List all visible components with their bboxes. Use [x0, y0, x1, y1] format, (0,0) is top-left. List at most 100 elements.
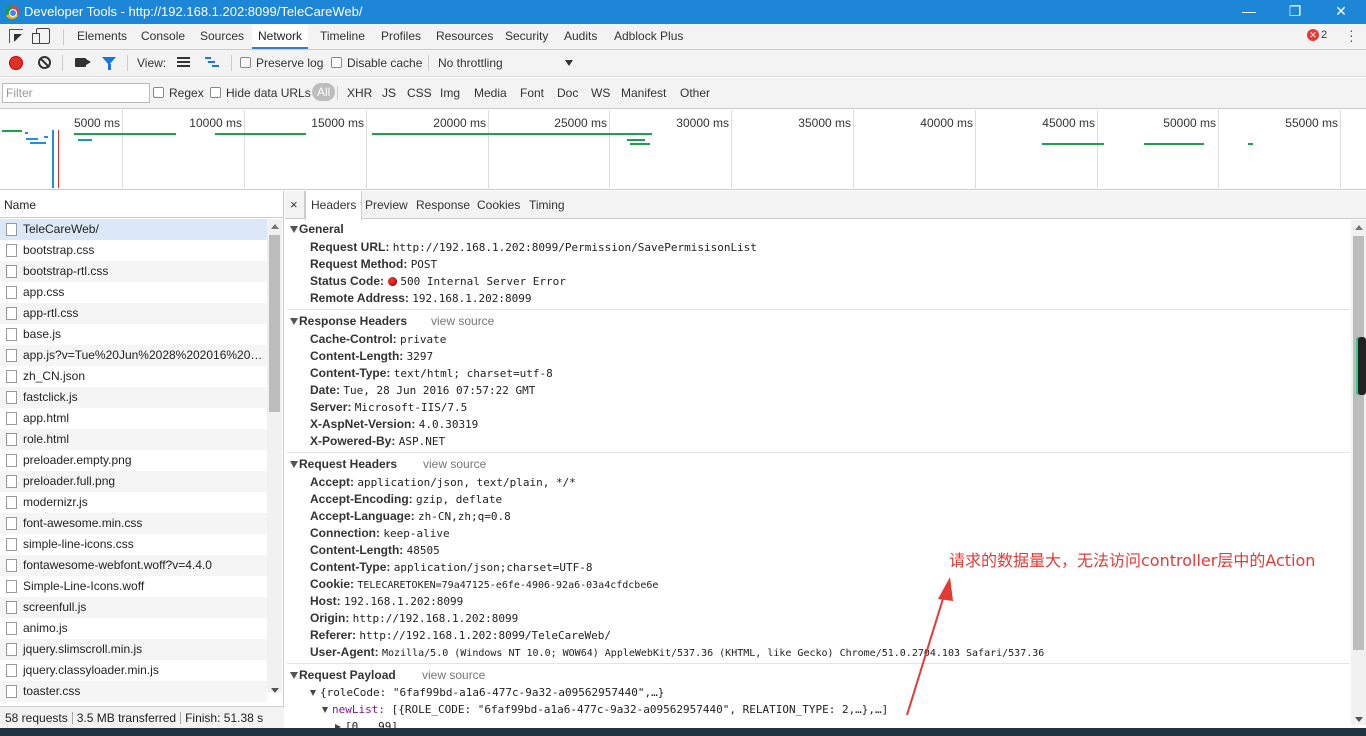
- filter-type-xhr[interactable]: XHR: [347, 86, 372, 100]
- view-source-link[interactable]: view source: [422, 668, 485, 682]
- inspect-icon[interactable]: [9, 29, 23, 43]
- camera-icon[interactable]: [75, 58, 91, 67]
- list-item[interactable]: font-awesome.min.css: [0, 513, 267, 534]
- list-item[interactable]: app.js?v=Tue%20Jun%2028%202016%2015:...: [0, 345, 267, 366]
- view-source-link[interactable]: view source: [423, 457, 486, 471]
- list-item[interactable]: app.css: [0, 282, 267, 303]
- device-mode-icon[interactable]: [32, 28, 50, 44]
- section-title[interactable]: Request Headers: [299, 457, 397, 471]
- filter-type-img[interactable]: Img: [440, 86, 460, 100]
- file-icon: [6, 244, 17, 257]
- tab-preview[interactable]: Preview: [360, 191, 413, 219]
- preserve-log-checkbox[interactable]: [240, 57, 251, 68]
- list-item[interactable]: screenfull.js: [0, 597, 267, 618]
- list-item[interactable]: base.js: [0, 324, 267, 345]
- tab-response[interactable]: Response: [411, 191, 475, 219]
- detail-tabbar: × Headers Preview Response Cookies Timin…: [285, 191, 1366, 220]
- filter-type-font[interactable]: Font: [520, 86, 544, 100]
- section-title[interactable]: Request Payload: [299, 668, 396, 682]
- more-options-icon[interactable]: · · ·: [1349, 23, 1354, 47]
- tab-resources[interactable]: Resources: [430, 24, 499, 49]
- tab-security[interactable]: Security: [499, 24, 554, 49]
- close-icon[interactable]: ×: [290, 197, 298, 212]
- tab-adblock-plus[interactable]: Adblock Plus: [608, 24, 689, 49]
- filter-type-css[interactable]: CSS: [407, 86, 432, 100]
- list-item[interactable]: preloader.empty.png: [0, 450, 267, 471]
- detail-scrollbar-thumb[interactable]: [1353, 236, 1364, 650]
- header-value: TELECARETOKEN=79a47125-e6fe-4906-92a6-03…: [357, 580, 659, 591]
- filter-type-all[interactable]: All: [312, 83, 336, 101]
- list-item[interactable]: app-rtl.css: [0, 303, 267, 324]
- tab-network[interactable]: Network: [252, 24, 309, 49]
- chevron-down-icon[interactable]: [565, 60, 573, 66]
- filter-type-manifest[interactable]: Manifest: [621, 86, 666, 100]
- hide-data-urls-checkbox[interactable]: [210, 87, 221, 98]
- error-count-badge[interactable]: ✕ 2: [1307, 29, 1327, 41]
- filter-input[interactable]: [2, 83, 150, 103]
- list-view-icon[interactable]: [177, 57, 190, 67]
- list-item[interactable]: preloader.full.png: [0, 471, 267, 492]
- filter-type-doc[interactable]: Doc: [557, 86, 578, 100]
- close-window-button[interactable]: ✕: [1318, 0, 1364, 24]
- scroll-up-icon[interactable]: [1355, 225, 1363, 230]
- list-item[interactable]: toaster.css: [0, 681, 267, 702]
- list-item[interactable]: Simple-Line-Icons.woff: [0, 576, 267, 597]
- expand-triangle-icon[interactable]: [290, 318, 298, 325]
- tab-profiles[interactable]: Profiles: [375, 24, 427, 49]
- clear-icon[interactable]: [38, 56, 51, 69]
- tab-elements[interactable]: Elements: [71, 24, 133, 49]
- list-item[interactable]: bootstrap.css: [0, 240, 267, 261]
- overview-timeline[interactable]: 5000 ms 10000 ms 15000 ms 20000 ms 25000…: [0, 110, 1366, 190]
- column-header-name[interactable]: Name: [0, 191, 283, 218]
- list-item[interactable]: bootstrap-rtl.css: [0, 261, 267, 282]
- list-item[interactable]: zh_CN.json: [0, 366, 267, 387]
- tab-audits[interactable]: Audits: [558, 24, 603, 49]
- disable-cache-checkbox[interactable]: [331, 57, 342, 68]
- view-source-link[interactable]: view source: [431, 314, 494, 328]
- tab-timeline[interactable]: Timeline: [314, 24, 371, 49]
- expand-triangle-icon[interactable]: [310, 690, 316, 696]
- tab-headers[interactable]: Headers: [305, 191, 363, 220]
- filter-type-other[interactable]: Other: [680, 86, 710, 100]
- scroll-down-icon[interactable]: [1355, 717, 1363, 722]
- payload-root[interactable]: {roleCode: "6faf99bd-a1a6-477c-9a32-a095…: [310, 686, 664, 699]
- section-title[interactable]: Response Headers: [299, 314, 407, 328]
- expand-triangle-icon[interactable]: [290, 672, 298, 679]
- list-item[interactable]: fastclick.js: [0, 387, 267, 408]
- request-list: Name TeleCareWeb/ bootstrap.css bootstra…: [0, 191, 284, 736]
- list-item[interactable]: jquery.classyloader.min.js: [0, 660, 267, 681]
- list-item[interactable]: fontawesome-webfont.woff?v=4.4.0: [0, 555, 267, 576]
- tab-timing[interactable]: Timing: [524, 191, 570, 219]
- grid-line: [1097, 110, 1098, 190]
- scroll-up-icon[interactable]: [271, 224, 279, 229]
- regex-checkbox[interactable]: [153, 87, 164, 98]
- expand-triangle-icon[interactable]: [322, 707, 328, 713]
- tab-console[interactable]: Console: [135, 24, 191, 49]
- throttling-select[interactable]: No throttling: [438, 56, 503, 70]
- record-icon[interactable]: [10, 57, 22, 69]
- list-item[interactable]: animo.js: [0, 618, 267, 639]
- header-key: Content-Length:: [310, 543, 404, 557]
- filter-type-media[interactable]: Media: [474, 86, 507, 100]
- tab-cookies[interactable]: Cookies: [472, 191, 525, 219]
- list-item[interactable]: modernizr.js: [0, 492, 267, 513]
- request-list-scrollbar-thumb[interactable]: [269, 235, 280, 412]
- list-item[interactable]: role.html: [0, 429, 267, 450]
- toolbar-divider: [428, 55, 429, 71]
- restore-button[interactable]: ❐: [1272, 0, 1318, 24]
- list-item[interactable]: app.html: [0, 408, 267, 429]
- filter-type-js[interactable]: JS: [382, 86, 396, 100]
- list-item[interactable]: TeleCareWeb/: [0, 219, 267, 240]
- waterfall-view-icon[interactable]: [205, 57, 219, 67]
- tab-sources[interactable]: Sources: [194, 24, 250, 49]
- expand-triangle-icon[interactable]: [290, 226, 298, 233]
- payload-newlist[interactable]: newList: [{ROLE_CODE: "6faf99bd-a1a6-477…: [322, 703, 888, 716]
- scroll-down-icon[interactable]: [271, 688, 279, 693]
- minimize-button[interactable]: —: [1226, 0, 1272, 24]
- expand-triangle-icon[interactable]: [290, 461, 298, 468]
- filter-funnel-icon[interactable]: [102, 57, 116, 70]
- list-item[interactable]: simple-line-icons.css: [0, 534, 267, 555]
- list-item[interactable]: jquery.slimscroll.min.js: [0, 639, 267, 660]
- filter-type-ws[interactable]: WS: [591, 86, 610, 100]
- section-title[interactable]: General: [299, 222, 344, 236]
